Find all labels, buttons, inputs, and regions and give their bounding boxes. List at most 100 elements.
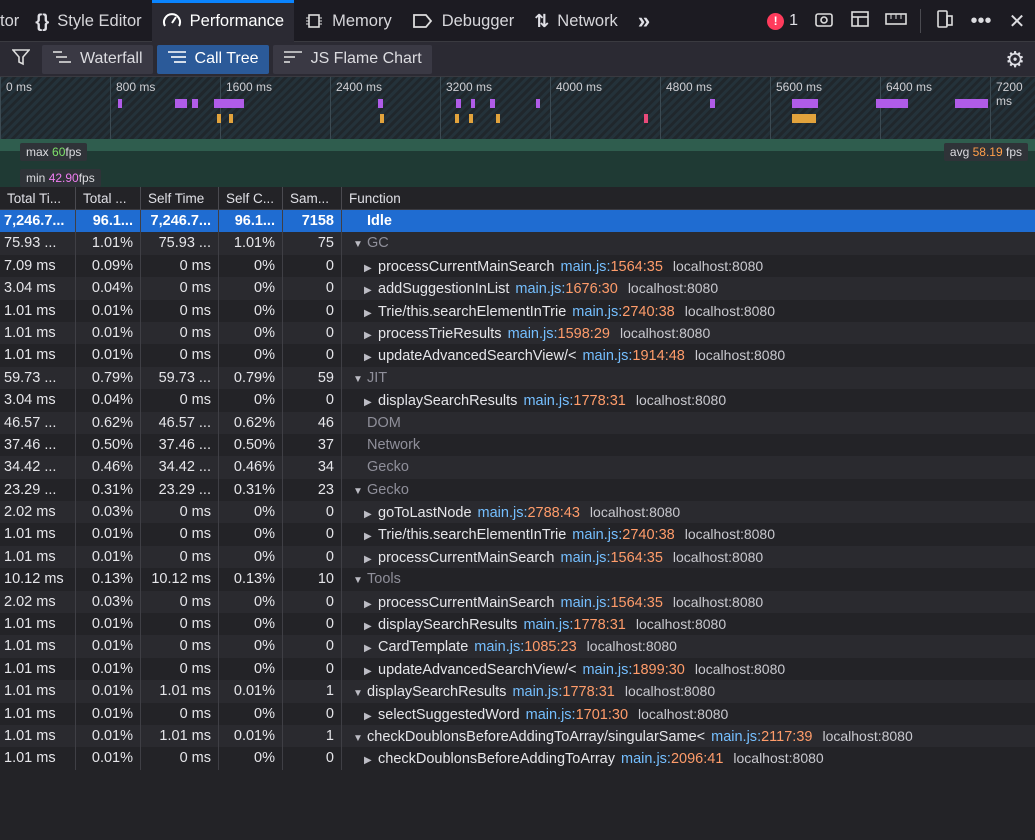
self-time-cell: 0 ms bbox=[141, 299, 219, 322]
table-row[interactable]: 1.01 ms 0.01% 0 ms 0% 0 ▶ CardTemplate main.js:… bbox=[0, 635, 1035, 658]
table-row[interactable]: 3.04 ms 0.04% 0 ms 0% 0 ▶ addSuggestionInList m… bbox=[0, 277, 1035, 300]
table-row[interactable]: 7,246.7... 96.1... 7,246.7... 96.1... 7158 Id… bbox=[0, 210, 1035, 233]
collapsed-arrow-icon[interactable]: ▶ bbox=[364, 549, 378, 568]
expanded-arrow-icon[interactable]: ▼ bbox=[353, 234, 367, 254]
collapsed-arrow-icon[interactable]: ▶ bbox=[364, 616, 378, 635]
dock-button[interactable] bbox=[927, 0, 963, 42]
source-link[interactable]: main.js:1564:35 bbox=[561, 550, 663, 566]
table-row[interactable]: 10.12 ms 0.13% 10.12 ms 0.13% 10 ▼ Tools bbox=[0, 568, 1035, 591]
source-link[interactable]: main.js:2096:41 bbox=[621, 751, 723, 767]
settings-button[interactable]: ⚙ bbox=[1005, 42, 1025, 77]
source-column: 38 bbox=[658, 303, 675, 320]
tab-network[interactable]: ⇅ Network bbox=[524, 0, 628, 42]
table-row[interactable]: 1.01 ms 0.01% 1.01 ms 0.01% 1 ▼ checkDoublonsB… bbox=[0, 724, 1035, 748]
tab-inspector[interactable]: tor bbox=[0, 0, 25, 42]
tag-icon bbox=[412, 12, 434, 30]
table-row[interactable]: 34.42 ... 0.46% 34.42 ... 0.46% 34 Gecko bbox=[0, 456, 1035, 479]
expanded-arrow-icon[interactable]: ▼ bbox=[353, 481, 367, 501]
collapsed-arrow-icon[interactable]: ▶ bbox=[364, 347, 378, 366]
self-percent-cell: 0% bbox=[219, 545, 283, 569]
source-link[interactable]: main.js:2740:38 bbox=[572, 304, 674, 320]
source-link[interactable]: main.js:1564:35 bbox=[561, 595, 663, 611]
tab-js-flame-chart[interactable]: JS Flame Chart bbox=[272, 44, 432, 74]
table-row[interactable]: 3.04 ms 0.04% 0 ms 0% 0 ▶ displaySearchResults… bbox=[0, 389, 1035, 412]
table-row[interactable]: 1.01 ms 0.01% 0 ms 0% 0 ▶ Trie/this.searchElem… bbox=[0, 523, 1035, 546]
table-row[interactable]: 1.01 ms 0.01% 0 ms 0% 0 ▶ selectSuggestedWord m… bbox=[0, 702, 1035, 725]
tab-waterfall[interactable]: Waterfall bbox=[42, 44, 153, 74]
expanded-arrow-icon[interactable]: ▼ bbox=[353, 369, 367, 389]
column-self-percent[interactable]: Self C... bbox=[219, 187, 283, 210]
collapsed-arrow-icon[interactable]: ▶ bbox=[364, 661, 378, 680]
source-file: main.js bbox=[560, 594, 607, 611]
source-link[interactable]: main.js:1564:35 bbox=[561, 259, 663, 275]
table-row[interactable]: 1.01 ms 0.01% 0 ms 0% 0 ▶ checkDoublonsBeforeA… bbox=[0, 747, 1035, 770]
error-count-button[interactable]: ! 1 bbox=[759, 12, 806, 30]
source-link[interactable]: main.js:1701:30 bbox=[526, 707, 628, 723]
column-samples[interactable]: Sam... bbox=[283, 187, 342, 210]
source-link[interactable]: main.js:1598:29 bbox=[508, 326, 610, 342]
table-row[interactable]: 7.09 ms 0.09% 0 ms 0% 0 ▶ processCurrentMainSe… bbox=[0, 254, 1035, 278]
collapsed-arrow-icon[interactable]: ▶ bbox=[364, 638, 378, 657]
tab-performance[interactable]: Performance bbox=[151, 0, 295, 42]
frames-button[interactable] bbox=[842, 0, 878, 42]
collapsed-arrow-icon[interactable]: ▶ bbox=[364, 706, 378, 725]
source-link[interactable]: main.js:1899:30 bbox=[582, 662, 684, 678]
column-function[interactable]: Function bbox=[342, 187, 1035, 210]
collapsed-arrow-icon[interactable]: ▶ bbox=[364, 750, 378, 769]
table-row[interactable]: 2.02 ms 0.03% 0 ms 0% 0 ▶ processCurrentMainSe… bbox=[0, 590, 1035, 614]
column-self-time[interactable]: Self Time bbox=[141, 187, 219, 210]
source-link[interactable]: main.js:1778:31 bbox=[523, 393, 625, 409]
collapsed-arrow-icon[interactable]: ▶ bbox=[364, 258, 378, 277]
samples-cell: 1 bbox=[283, 680, 342, 703]
table-row[interactable]: 75.93 ... 1.01% 75.93 ... 1.01% 75 ▼ GC bbox=[0, 232, 1035, 255]
table-row[interactable]: 37.46 ... 0.50% 37.46 ... 0.50% 37 Network bbox=[0, 433, 1035, 457]
tab-memory[interactable]: Memory bbox=[294, 0, 402, 42]
column-total-time[interactable]: Total Ti... bbox=[0, 187, 76, 210]
source-link[interactable]: main.js:2740:38 bbox=[572, 527, 674, 543]
expanded-arrow-icon[interactable]: ▼ bbox=[353, 570, 367, 590]
table-row[interactable]: 1.01 ms 0.01% 0 ms 0% 0 ▶ updateAdvancedSearch… bbox=[0, 344, 1035, 367]
collapsed-arrow-icon[interactable]: ▶ bbox=[364, 504, 378, 523]
source-link[interactable]: main.js:1778:31 bbox=[523, 617, 625, 633]
source-link[interactable]: main.js:1778:31 bbox=[512, 684, 614, 700]
table-row[interactable]: 2.02 ms 0.03% 0 ms 0% 0 ▶ goToLastNode main.js:… bbox=[0, 501, 1035, 524]
source-link[interactable]: main.js:1676:30 bbox=[515, 281, 617, 297]
table-row[interactable]: 59.73 ... 0.79% 59.73 ... 0.79% 59 ▼ JIT bbox=[0, 366, 1035, 390]
table-row[interactable]: 46.57 ... 0.62% 46.57 ... 0.62% 46 DOM bbox=[0, 411, 1035, 434]
expanded-arrow-icon[interactable]: ▼ bbox=[353, 728, 367, 747]
collapsed-arrow-icon[interactable]: ▶ bbox=[364, 594, 378, 613]
collapsed-arrow-icon[interactable]: ▶ bbox=[364, 303, 378, 322]
source-link[interactable]: main.js:2788:43 bbox=[478, 505, 580, 521]
gear-icon: ⚙ bbox=[1005, 46, 1025, 72]
collapsed-arrow-icon[interactable]: ▶ bbox=[364, 280, 378, 299]
screenshot-button[interactable] bbox=[806, 0, 842, 42]
timeline-overview[interactable]: 0 ms 800 ms 1600 ms 2400 ms 3200 ms 4000… bbox=[0, 77, 1035, 187]
more-tabs-button[interactable]: » bbox=[628, 0, 660, 42]
table-row[interactable]: 1.01 ms 0.01% 0 ms 0% 0 ▶ displaySearchResults… bbox=[0, 613, 1035, 636]
ruler-button[interactable] bbox=[878, 0, 914, 42]
collapsed-arrow-icon[interactable]: ▶ bbox=[364, 526, 378, 545]
more-options-button[interactable]: ••• bbox=[963, 0, 999, 42]
source-link[interactable]: main.js:2117:39 bbox=[711, 729, 812, 745]
tab-debugger[interactable]: Debugger bbox=[402, 0, 524, 42]
collapsed-arrow-icon[interactable]: ▶ bbox=[364, 325, 378, 344]
total-time-cell: 1.01 ms bbox=[0, 545, 76, 569]
source-link[interactable]: main.js:1085:23 bbox=[474, 639, 576, 655]
expanded-arrow-icon[interactable]: ▼ bbox=[353, 683, 367, 702]
tab-style-editor[interactable]: {} Style Editor bbox=[25, 0, 151, 42]
table-row[interactable]: 1.01 ms 0.01% 0 ms 0% 0 ▶ updateAdvancedSearch… bbox=[0, 657, 1035, 681]
table-row[interactable]: 1.01 ms 0.01% 0 ms 0% 0 ▶ processCurrentMainSe… bbox=[0, 545, 1035, 569]
table-row[interactable]: 23.29 ... 0.31% 23.29 ... 0.31% 23 ▼ Gecko bbox=[0, 478, 1035, 502]
table-row[interactable]: 1.01 ms 0.01% 1.01 ms 0.01% 1 ▼ displaySearchR… bbox=[0, 680, 1035, 703]
self-time-cell: 10.12 ms bbox=[141, 568, 219, 591]
tab-call-tree[interactable]: Call Tree bbox=[156, 44, 269, 74]
function-cell: ▶ updateAdvancedSearchView/< main.js:1899:… bbox=[342, 658, 1035, 680]
host-label: localhost:8080 bbox=[619, 324, 711, 341]
close-button[interactable]: ✕ bbox=[999, 0, 1035, 42]
column-total-percent[interactable]: Total ... bbox=[76, 187, 141, 210]
source-link[interactable]: main.js:1914:48 bbox=[582, 348, 684, 364]
table-row[interactable]: 1.01 ms 0.01% 0 ms 0% 0 ▶ Trie/this.searchElem… bbox=[0, 299, 1035, 322]
collapsed-arrow-icon[interactable]: ▶ bbox=[364, 392, 378, 411]
table-row[interactable]: 1.01 ms 0.01% 0 ms 0% 0 ▶ processTrieResults ma… bbox=[0, 321, 1035, 345]
filter-button[interactable] bbox=[0, 42, 42, 77]
